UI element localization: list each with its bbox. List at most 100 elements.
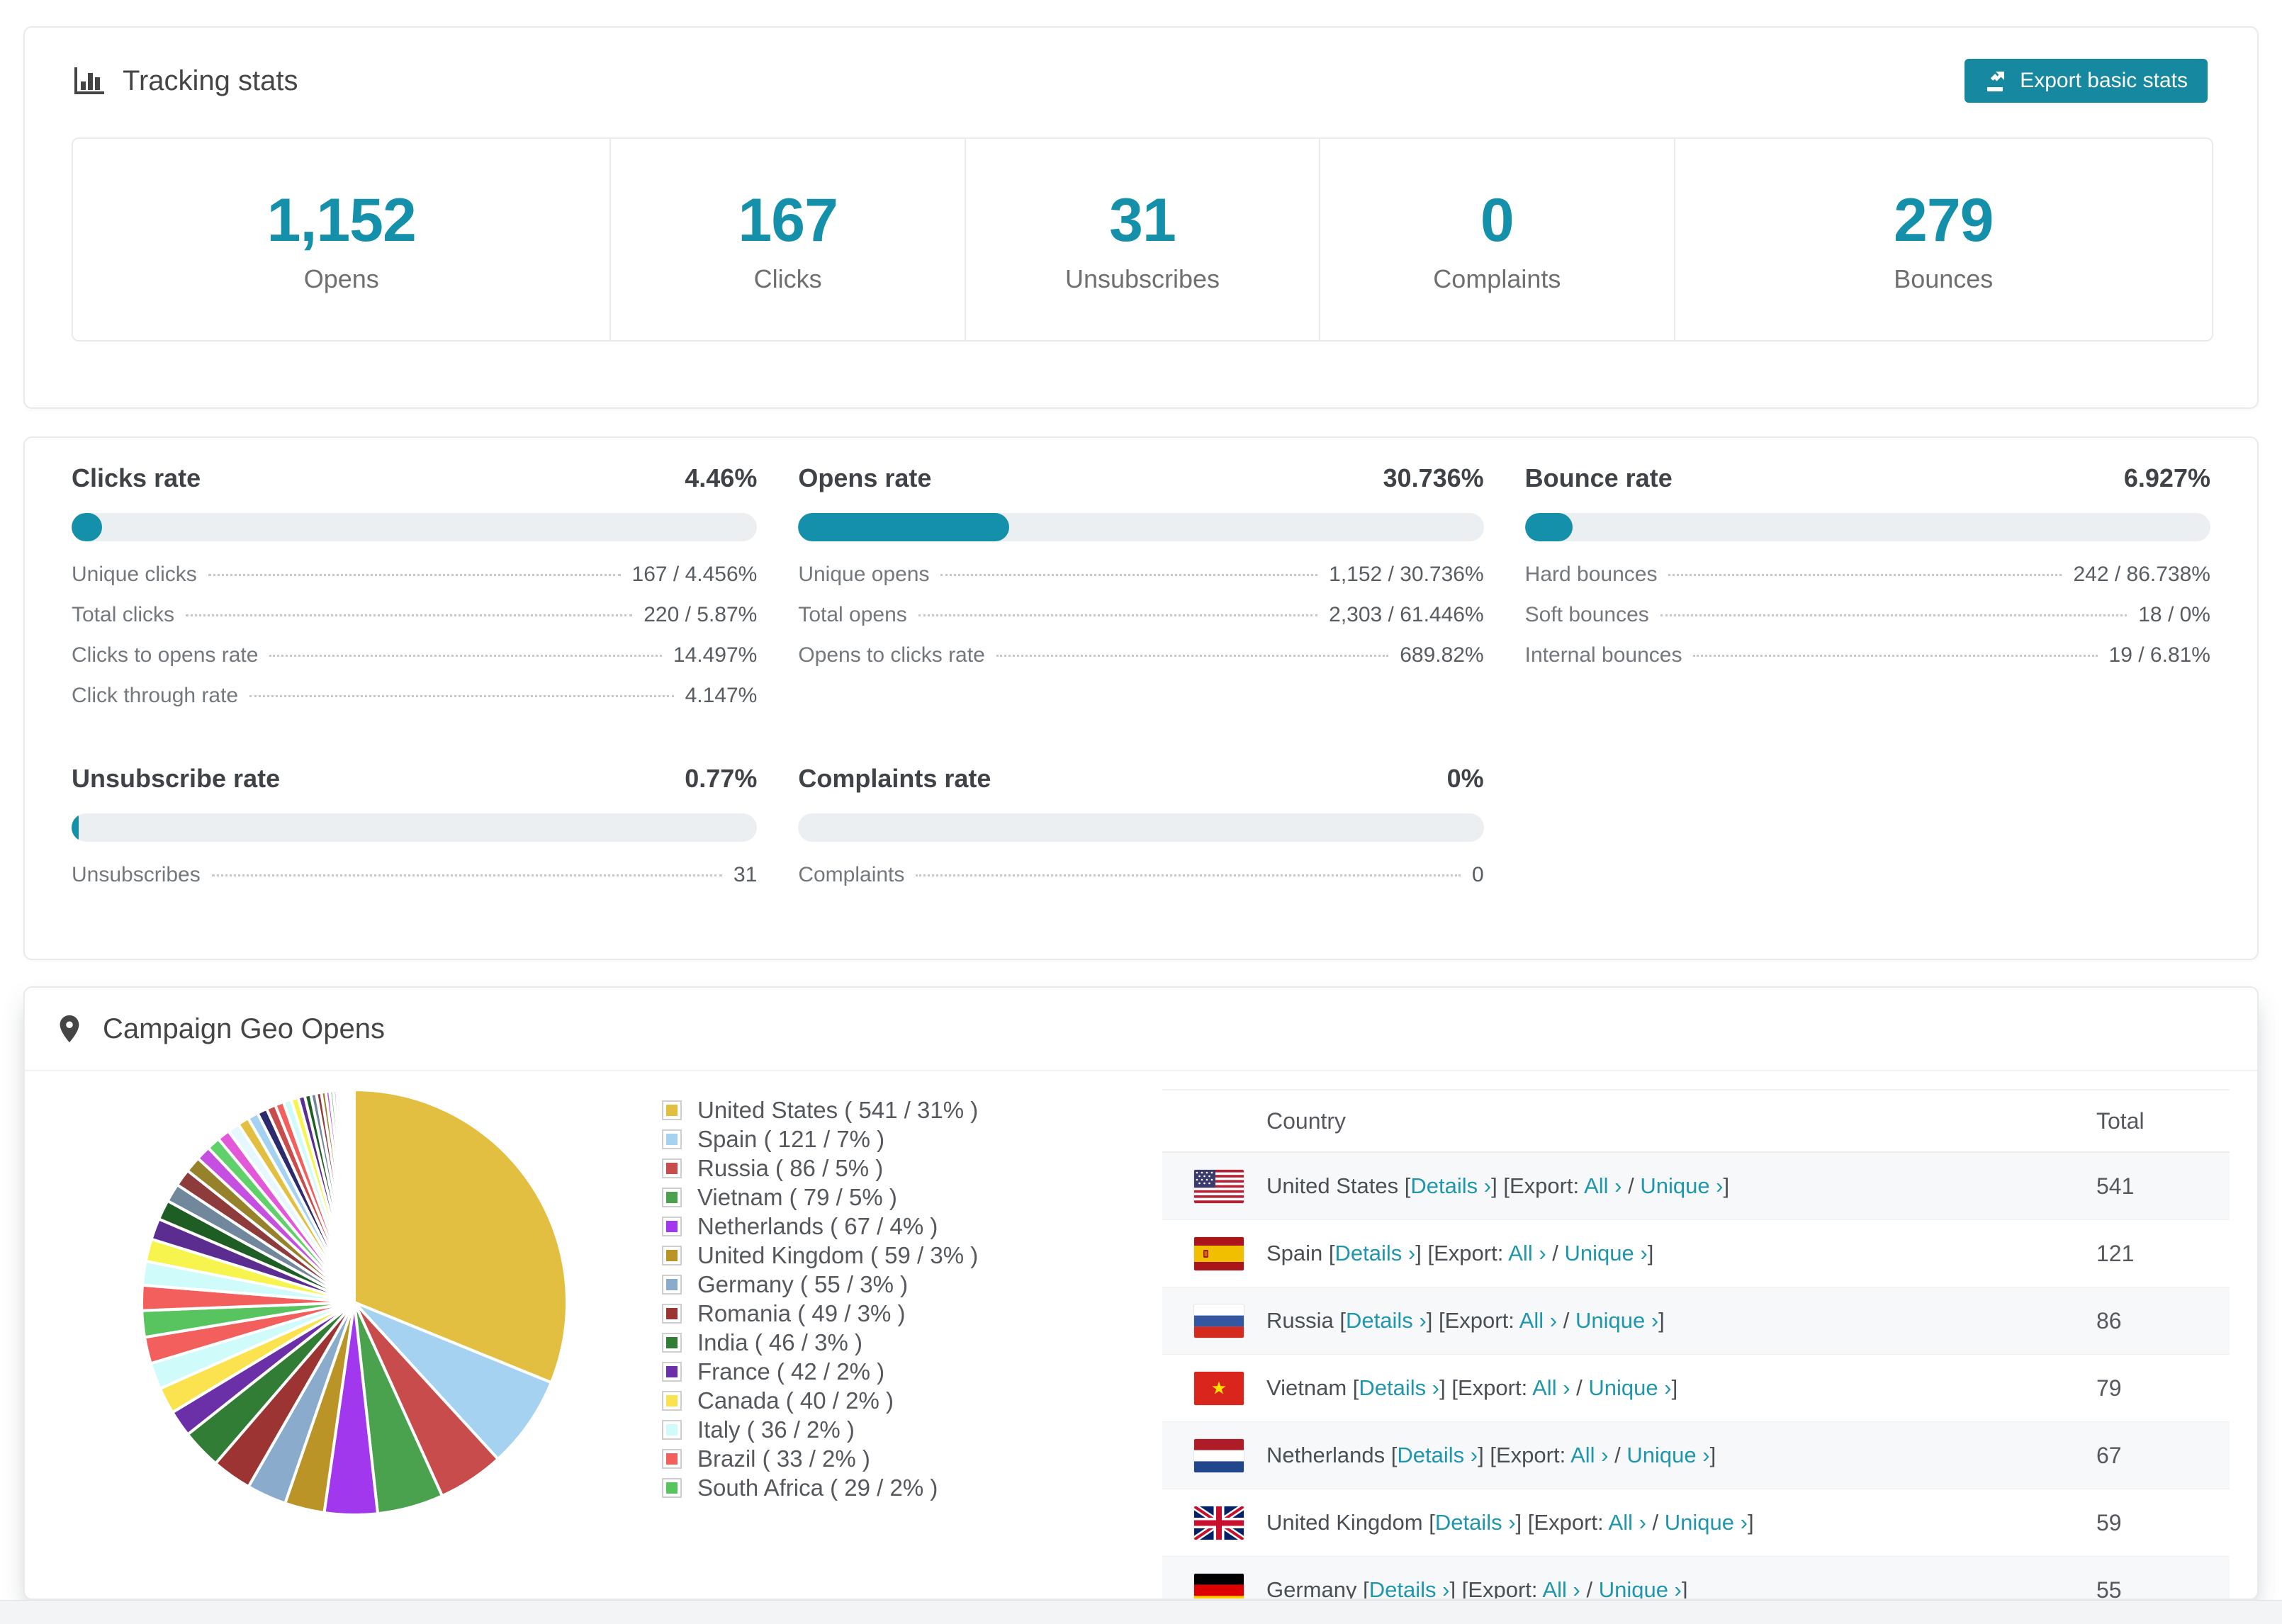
- legend-item: Romania ( 49 / 3% ): [661, 1299, 978, 1328]
- export-unique-link[interactable]: Unique ›: [1565, 1241, 1648, 1265]
- table-row-vietnam: Vietnam [Details ›] [Export: All › / Uni…: [1162, 1355, 2230, 1422]
- geo-country-table: Country Total United States [Details ›] …: [1162, 1089, 2230, 1600]
- tracking-stats-card: Tracking stats Export basic stats 1,152 …: [23, 26, 2259, 409]
- details-link[interactable]: Details ›: [1397, 1443, 1478, 1467]
- campaign-geo-opens-card: Campaign Geo Opens United States ( 541 /…: [23, 986, 2259, 1600]
- unsubscribes-count: 31: [1109, 186, 1176, 254]
- page-background-strip: [0, 1600, 2282, 1624]
- geo-header: Campaign Geo Opens: [25, 988, 2257, 1071]
- tracking-stats-header: Tracking stats: [72, 63, 298, 98]
- country-total: 79: [2096, 1375, 2122, 1401]
- bar-chart-icon: [74, 67, 104, 94]
- unsubscribe-rate-block: Unsubscribe rate 0.77% Unsubscribes 31: [72, 764, 758, 886]
- export-all-link[interactable]: All ›: [1532, 1375, 1570, 1400]
- details-link[interactable]: Details ›: [1435, 1510, 1516, 1535]
- legend-item: Netherlands ( 67 / 4% ): [661, 1212, 978, 1241]
- legend-swatch: [663, 1333, 680, 1351]
- legend-item: Spain ( 121 / 7% ): [661, 1124, 978, 1154]
- legend-swatch: [663, 1363, 680, 1380]
- export-all-link[interactable]: All ›: [1508, 1241, 1546, 1265]
- russia-flag-icon: [1194, 1304, 1244, 1338]
- export-unique-link[interactable]: Unique ›: [1575, 1308, 1658, 1333]
- legend-swatch: [663, 1101, 680, 1119]
- legend-item: United States ( 541 / 31% ): [661, 1095, 978, 1124]
- table-row-germany: Germany [Details ›] [Export: All › / Uni…: [1162, 1557, 2230, 1600]
- table-row-united-kingdom: United Kingdom [Details ›] [Export: All …: [1162, 1489, 2230, 1557]
- country-total: 67: [2096, 1442, 2122, 1468]
- export-icon: [1987, 72, 2005, 91]
- unsubscribe-rate-bar: [72, 813, 758, 842]
- details-link[interactable]: Details ›: [1410, 1173, 1491, 1198]
- legend-item: Vietnam ( 79 / 5% ): [661, 1183, 978, 1212]
- stat-bounces: 279 Bounces: [1894, 186, 1994, 293]
- opens-count: 1,152: [266, 186, 417, 254]
- legend-swatch: [663, 1246, 680, 1264]
- legend-swatch: [663, 1188, 680, 1206]
- country-total: 541: [2096, 1173, 2135, 1199]
- details-link[interactable]: Details ›: [1359, 1375, 1439, 1400]
- export-all-link[interactable]: All ›: [1542, 1577, 1580, 1598]
- table-row-netherlands: Netherlands [Details ›] [Export: All › /…: [1162, 1422, 2230, 1489]
- stat-complaints: 0 Complaints: [1320, 139, 1675, 340]
- us-flag-icon: [1194, 1169, 1244, 1203]
- legend-swatch: [663, 1392, 680, 1409]
- country-total: 59: [2096, 1509, 2122, 1535]
- complaints-rate-bar: [798, 813, 1484, 842]
- clicks-rate-bar: [72, 513, 758, 541]
- legend-item: United Kingdom ( 59 / 3% ): [661, 1241, 978, 1270]
- legend-swatch: [663, 1304, 680, 1322]
- export-unique-link[interactable]: Unique ›: [1626, 1443, 1709, 1467]
- legend-swatch: [663, 1479, 680, 1496]
- clicks-rate-block: Clicks rate 4.46% Unique clicks 167 / 4.4…: [72, 463, 758, 707]
- stat-clicks: 167 Clicks: [611, 139, 966, 340]
- geo-legend: United States ( 541 / 31% ) Spain ( 121 …: [661, 1095, 978, 1502]
- spain-flag-icon: [1194, 1236, 1244, 1270]
- legend-item: France ( 42 / 2% ): [661, 1357, 978, 1386]
- export-all-link[interactable]: All ›: [1609, 1510, 1646, 1535]
- export-all-link[interactable]: All ›: [1519, 1308, 1557, 1333]
- legend-item: Canada ( 40 / 2% ): [661, 1386, 978, 1415]
- table-row-russia: Russia [Details ›] [Export: All › / Uniq…: [1162, 1287, 2230, 1355]
- uk-flag-icon: [1194, 1506, 1244, 1540]
- country-total: 121: [2096, 1240, 2135, 1266]
- legend-item: South Africa ( 29 / 2% ): [661, 1473, 978, 1502]
- stat-opens: 1,152 Opens: [73, 139, 612, 340]
- stats-summary-box: 1,152 Opens 167 Clicks 31 Unsubscribes 0…: [72, 137, 2213, 342]
- export-all-link[interactable]: All ›: [1570, 1443, 1608, 1467]
- legend-item: Germany ( 55 / 3% ): [661, 1270, 978, 1299]
- page-title: Tracking stats: [123, 64, 298, 96]
- complaints-count: 0: [1480, 186, 1514, 254]
- geo-table-header: Country Total: [1162, 1090, 2230, 1153]
- export-unique-link[interactable]: Unique ›: [1665, 1510, 1748, 1535]
- export-unique-link[interactable]: Unique ›: [1588, 1375, 1671, 1400]
- rates-card: Clicks rate 4.46% Unique clicks 167 / 4.4…: [23, 436, 2259, 960]
- opens-rate-block: Opens rate 30.736% Unique opens 1,152 / 3…: [798, 463, 1484, 667]
- export-unique-link[interactable]: Unique ›: [1599, 1577, 1682, 1598]
- legend-swatch: [663, 1130, 680, 1148]
- export-basic-stats-button[interactable]: Export basic stats: [1965, 59, 2208, 103]
- legend-item: India ( 46 / 3% ): [661, 1328, 978, 1357]
- legend-swatch: [663, 1275, 680, 1293]
- bounce-rate-bar: [1524, 513, 2210, 541]
- legend-swatch: [663, 1217, 680, 1235]
- details-link[interactable]: Details ›: [1369, 1577, 1450, 1598]
- legend-swatch: [663, 1421, 680, 1438]
- country-total: 86: [2096, 1307, 2122, 1333]
- geo-title: Campaign Geo Opens: [103, 1013, 386, 1044]
- country-total: 55: [2096, 1577, 2122, 1600]
- stat-unsubscribes: 31 Unsubscribes: [966, 139, 1321, 340]
- vietnam-flag-icon: [1194, 1371, 1244, 1405]
- details-link[interactable]: Details ›: [1346, 1308, 1427, 1333]
- complaints-rate-block: Complaints rate 0% Complaints 0: [798, 764, 1484, 886]
- legend-swatch: [663, 1450, 680, 1467]
- export-unique-link[interactable]: Unique ›: [1640, 1173, 1723, 1198]
- bounce-rate-block: Bounce rate 6.927% Hard bounces 242 / 86.…: [1524, 463, 2210, 667]
- bounces-count: 279: [1894, 186, 1994, 254]
- map-pin-icon: [60, 1015, 79, 1043]
- legend-item: Brazil ( 33 / 2% ): [661, 1444, 978, 1473]
- germany-flag-icon: [1194, 1573, 1244, 1598]
- clicks-count: 167: [738, 186, 838, 254]
- export-all-link[interactable]: All ›: [1584, 1173, 1621, 1198]
- table-row-spain: Spain [Details ›] [Export: All › / Uniqu…: [1162, 1220, 2230, 1287]
- details-link[interactable]: Details ›: [1335, 1241, 1416, 1265]
